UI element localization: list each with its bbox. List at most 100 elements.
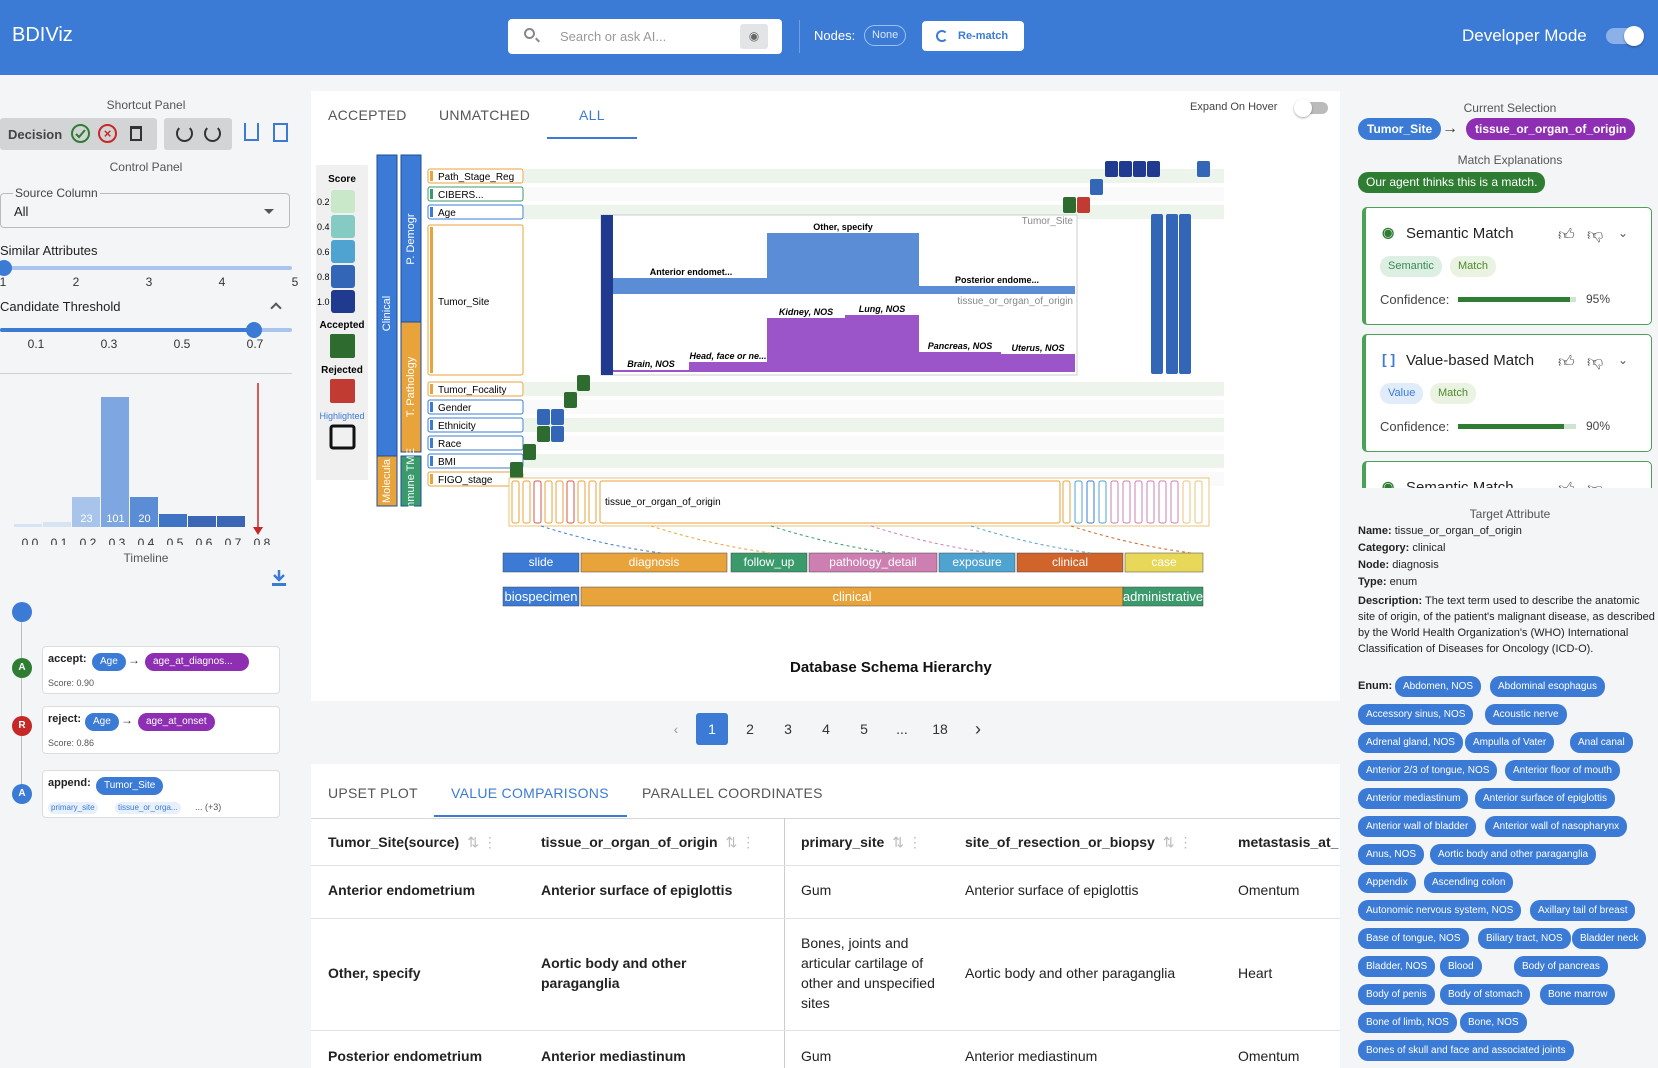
enum-chip[interactable]: Autonomic nervous system, NOS xyxy=(1358,900,1522,921)
enum-chip[interactable]: Biliary tract, NOS xyxy=(1478,928,1571,949)
enum-chip[interactable]: Blood xyxy=(1440,956,1482,977)
accept-icon[interactable] xyxy=(71,124,90,143)
page-button[interactable]: 2 xyxy=(734,713,766,745)
search-box[interactable]: Search or ask AI... ◉ xyxy=(508,19,782,54)
enum-chip[interactable]: Adrenal gland, NOS xyxy=(1358,732,1463,753)
thumbs-up-icon[interactable]: 👍︎ xyxy=(1558,480,1575,488)
current-source-chip[interactable]: Tumor_Site xyxy=(1358,118,1442,140)
target-value-bar[interactable] xyxy=(689,362,767,372)
enum-chip[interactable]: Bladder, NOS xyxy=(1358,956,1436,977)
heatmap-cell[interactable] xyxy=(510,462,523,478)
enum-chip[interactable]: Base of tongue, NOS xyxy=(1358,928,1469,949)
histogram-bar[interactable] xyxy=(188,516,216,527)
enum-chip[interactable]: Bone of limb, NOS xyxy=(1358,1012,1457,1033)
enum-chip[interactable]: Ampulla of Vater xyxy=(1465,732,1555,753)
column-header[interactable]: tissue_or_organ_of_origin ⇅ ⋮ xyxy=(541,834,755,851)
export-icon[interactable] xyxy=(244,123,259,141)
enum-chip[interactable]: Acoustic nerve xyxy=(1485,704,1567,725)
heatmap-cell[interactable] xyxy=(551,426,564,442)
heatmap-cell[interactable] xyxy=(1179,214,1191,374)
prev-page-icon[interactable]: ‹ xyxy=(660,713,692,745)
delete-icon[interactable] xyxy=(130,126,142,141)
explanations-list[interactable]: ◉ Semantic Match 👍︎ 👎︎ ⌄ Semantic Match … xyxy=(1356,205,1658,488)
enum-chip[interactable]: Anal canal xyxy=(1570,732,1633,753)
upload-file-icon[interactable] xyxy=(273,123,288,142)
source-column-select[interactable]: Source Column All xyxy=(0,186,290,228)
tab-unmatched[interactable]: UNMATCHED xyxy=(439,107,530,123)
nodes-chip[interactable]: None xyxy=(864,25,907,46)
enum-chip[interactable]: Bones of skull and face and associated j… xyxy=(1358,1040,1574,1061)
target-value-bar[interactable] xyxy=(767,318,845,372)
heatmap-cell[interactable] xyxy=(564,392,577,408)
app-brand[interactable]: BDIViz xyxy=(12,24,73,47)
enum-chip[interactable]: Aortic body and other paraganglia xyxy=(1430,844,1597,865)
heatmap-cell[interactable] xyxy=(1133,161,1146,177)
target-value-bar[interactable] xyxy=(919,352,1001,372)
robot-icon[interactable]: ◉ xyxy=(740,24,768,49)
enum-chip[interactable]: Body of pancreas xyxy=(1514,956,1608,977)
heatmap-cell[interactable] xyxy=(1197,161,1210,177)
similar-attributes-slider[interactable] xyxy=(0,266,292,270)
thumbs-down-icon[interactable]: 👎︎ xyxy=(1587,226,1603,245)
heatmap-cell[interactable] xyxy=(537,409,550,425)
column-header[interactable]: site_of_resection_or_biopsy ⇅ ⋮ xyxy=(965,834,1192,851)
explanation-card[interactable]: [ ] Value-based Match 👍︎ 👎︎ ⌄ Value Matc… xyxy=(1362,334,1652,452)
tab-parallel-coordinates[interactable]: PARALLEL COORDINATES xyxy=(642,785,823,801)
developer-mode-toggle[interactable] xyxy=(1606,26,1644,46)
chevron-down-icon[interactable]: ⌄ xyxy=(1618,353,1628,367)
enum-chip[interactable]: Bone marrow xyxy=(1540,984,1616,1005)
histogram-bar[interactable] xyxy=(101,397,129,527)
threshold-thumb[interactable] xyxy=(246,322,262,338)
thumbs-up-icon[interactable]: 👍︎ xyxy=(1558,353,1575,372)
heatmap-cell[interactable] xyxy=(1105,161,1118,177)
enum-chip[interactable]: Anterior surface of epiglottis xyxy=(1475,788,1615,809)
source-value-bar[interactable] xyxy=(613,278,769,294)
histogram-bar[interactable] xyxy=(14,524,42,527)
enum-chip[interactable]: Bladder neck xyxy=(1572,928,1647,949)
target-value-bar[interactable] xyxy=(613,370,689,372)
current-target-chip[interactable]: tissue_or_organ_of_origin xyxy=(1466,118,1636,140)
chevron-down-icon[interactable]: ⌄ xyxy=(1618,226,1628,240)
enum-chip[interactable]: Anus, NOS xyxy=(1358,844,1425,865)
enum-chip[interactable]: Body of stomach xyxy=(1440,984,1531,1005)
heatmap-cell[interactable] xyxy=(523,444,536,460)
enum-chip[interactable]: Anterior mediastinum xyxy=(1358,788,1469,809)
tab-value-comparisons[interactable]: VALUE COMPARISONS xyxy=(451,785,609,801)
enum-chip[interactable]: Anterior 2/3 of tongue, NOS xyxy=(1358,760,1498,781)
enum-chip[interactable]: Anterior wall of nasopharynx xyxy=(1485,816,1628,837)
download-icon[interactable] xyxy=(272,570,286,586)
thumbs-down-icon[interactable]: 👎︎ xyxy=(1587,480,1603,488)
heatmap-cell[interactable] xyxy=(1151,214,1163,374)
source-value-bar[interactable] xyxy=(919,286,1075,294)
histogram-bar[interactable] xyxy=(159,514,187,527)
enum-chip[interactable]: Accessory sinus, NOS xyxy=(1358,704,1474,725)
histogram-bar[interactable] xyxy=(217,516,245,527)
column-header[interactable]: Tumor_Site(source) ⇅ ⋮ xyxy=(328,834,497,851)
rematch-button[interactable]: Re-match xyxy=(922,21,1024,51)
column-header[interactable]: metastasis_at_ xyxy=(1238,834,1340,850)
heatmap-cell[interactable] xyxy=(551,409,564,425)
expand-on-hover-toggle[interactable] xyxy=(1294,99,1328,117)
page-button[interactable]: 1 xyxy=(696,713,728,745)
enum-chip[interactable]: Abdominal esophagus xyxy=(1490,676,1605,697)
heatmap-cell[interactable] xyxy=(1090,179,1103,195)
heatmap-cell[interactable] xyxy=(1063,197,1076,213)
page-button[interactable]: 3 xyxy=(772,713,804,745)
timeline-card[interactable]: reject: Age → age_at_onset Score: 0.86 xyxy=(42,706,280,754)
tab-accepted[interactable]: ACCEPTED xyxy=(328,107,407,123)
source-value-bar[interactable] xyxy=(767,233,919,294)
score-histogram[interactable]: 23 101 20 0.0 0.1 0.2 0.3 0.4 0.5 0.6 0.7 0.8 xyxy=(0,375,292,545)
column-header[interactable]: primary_site ⇅ ⋮ xyxy=(801,834,922,851)
enum-chip[interactable]: Anterior wall of bladder xyxy=(1358,816,1477,837)
page-button[interactable]: 5 xyxy=(848,713,880,745)
undo-icon[interactable] xyxy=(176,125,193,142)
thumbs-down-icon[interactable]: 👎︎ xyxy=(1587,353,1603,372)
heatmap-cell[interactable] xyxy=(1119,161,1132,177)
enum-chip[interactable]: Bone, NOS xyxy=(1460,1012,1527,1033)
thumbs-up-icon[interactable]: 👍︎ xyxy=(1558,226,1575,245)
reject-icon[interactable]: × xyxy=(98,124,117,143)
histogram-bar[interactable] xyxy=(43,522,71,527)
enum-chip[interactable]: Ascending colon xyxy=(1424,872,1514,893)
heatmap-cell[interactable] xyxy=(1166,214,1178,374)
similar-attributes-thumb[interactable] xyxy=(0,260,12,276)
